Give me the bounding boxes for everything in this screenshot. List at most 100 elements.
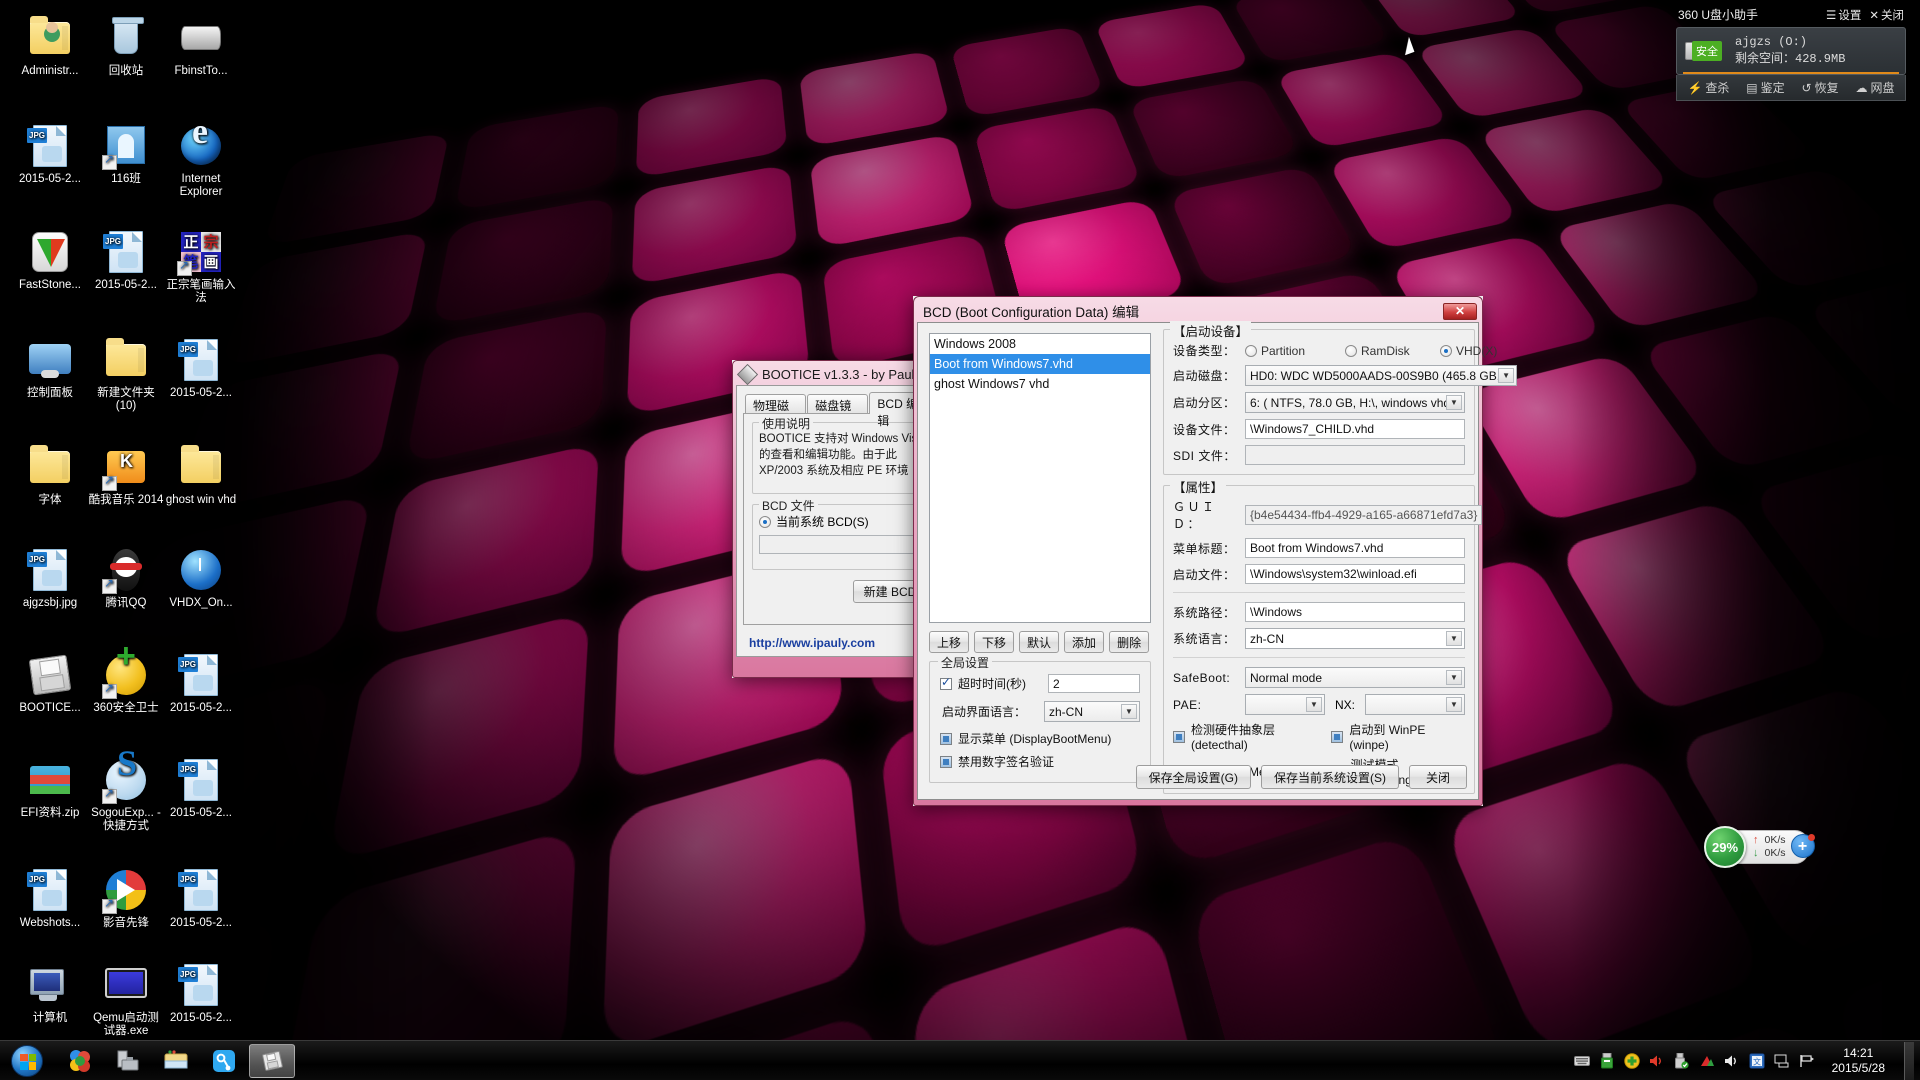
desktop-icon[interactable]: Administr...: [12, 14, 88, 78]
desktop-icon[interactable]: JPG Webshots...: [12, 866, 88, 930]
desktop-icon[interactable]: 腾讯QQ: [88, 546, 164, 610]
desktop-icon[interactable]: JPG 2015-05-2...: [163, 651, 239, 715]
save-current-system-button[interactable]: 保存当前系统设置(S): [1261, 765, 1399, 789]
disable-signature-row[interactable]: 禁用数字签名验证: [940, 753, 1140, 770]
winpe-checkbox[interactable]: [1331, 730, 1344, 743]
boot-file-input[interactable]: \Windows\system32\winload.efi: [1245, 564, 1465, 584]
show-desktop-button[interactable]: [1904, 1041, 1914, 1080]
add-entry-button[interactable]: 添加: [1064, 631, 1105, 653]
device-type-partition[interactable]: Partition: [1245, 344, 1345, 358]
desktop-icon[interactable]: ghost win vhd: [163, 443, 239, 507]
close-button[interactable]: ✕ 关闭: [1869, 7, 1904, 23]
desktop-icon[interactable]: 酷我音乐 2014: [88, 443, 164, 507]
kingsoft-icon[interactable]: [1699, 1053, 1715, 1069]
move-down-button[interactable]: 下移: [974, 631, 1015, 653]
delete-entry-button[interactable]: 删除: [1109, 631, 1150, 653]
tab-physical-disk[interactable]: 物理磁盘: [745, 394, 807, 430]
desktop-icon[interactable]: BOOTICE...: [12, 651, 88, 715]
desktop-icon[interactable]: JPG ajgzsbj.jpg: [12, 546, 88, 610]
timeout-checkbox[interactable]: [940, 675, 952, 690]
taskbar-item-explorer[interactable]: [153, 1044, 199, 1078]
device-file-input[interactable]: \Windows7_CHILD.vhd: [1245, 419, 1465, 439]
system-path-input[interactable]: \Windows: [1245, 602, 1465, 622]
timeout-input[interactable]: 2: [1048, 674, 1140, 693]
desktop-icon[interactable]: Internet Explorer: [163, 122, 239, 199]
360-shield-icon[interactable]: [1623, 1052, 1640, 1069]
desktop-icon[interactable]: Qemu启动测试器.exe: [88, 961, 164, 1038]
desktop-icon[interactable]: 回收站: [88, 14, 164, 78]
bcd-close-button[interactable]: ✕: [1443, 302, 1477, 320]
start-button[interactable]: [5, 1044, 49, 1078]
desktop-icon[interactable]: 影音先锋: [88, 866, 164, 930]
usb-safe-icon[interactable]: [1674, 1052, 1690, 1069]
boot-disk-combo[interactable]: HD0: WDC WD5000AADS-00S9B0 (465.8 GB, C …: [1245, 365, 1518, 386]
nx-combo[interactable]: ▼: [1365, 694, 1465, 715]
desktop-icon[interactable]: 控制面板: [12, 336, 88, 400]
list-item[interactable]: Boot from Windows7.vhd: [930, 354, 1150, 374]
network-speed-float[interactable]: 29% ↑ ↓ 0K/s 0K/s +: [1704, 826, 1815, 868]
current-system-bcd-radio-row[interactable]: 当前系统 BCD(S): [759, 513, 920, 530]
display-menu-checkbox[interactable]: [940, 732, 952, 745]
desktop-icon[interactable]: JPG 2015-05-2...: [12, 122, 88, 186]
move-up-button[interactable]: 上移: [929, 631, 970, 653]
notes-icon[interactable]: 文: [1749, 1053, 1765, 1069]
boot-partition-combo[interactable]: 6: ( NTFS, 78.0 GB, H:\, windows vhd) ▼: [1245, 392, 1465, 413]
device-type-vhd[interactable]: VHD(X): [1440, 344, 1497, 358]
boot-entry-list[interactable]: Windows 2008 Boot from Windows7.vhd ghos…: [929, 333, 1151, 623]
desktop-icon[interactable]: JPG 2015-05-2...: [88, 228, 164, 292]
bootice-homepage-link[interactable]: http://www.ipauly.com: [749, 636, 875, 650]
desktop-icon[interactable]: 360安全卫士: [88, 650, 164, 715]
desktop-icon[interactable]: VHDX_On...: [163, 546, 239, 610]
display-icon[interactable]: [1774, 1053, 1790, 1069]
expand-button[interactable]: +: [1790, 834, 1815, 858]
sdi-file-input[interactable]: [1245, 445, 1465, 465]
display-menu-row[interactable]: 显示菜单 (DisplayBootMenu): [940, 730, 1140, 747]
usb-icon[interactable]: [1599, 1052, 1615, 1069]
desktop-icon[interactable]: 字体: [12, 443, 88, 507]
desktop-icon[interactable]: 新建文件夹 (10): [88, 336, 164, 413]
taskbar-item-toolbox[interactable]: [105, 1044, 151, 1078]
close-dialog-button[interactable]: 关闭: [1409, 765, 1467, 789]
bcd-editor-dialog[interactable]: BCD (Boot Configuration Data) 编辑 ✕ Windo…: [913, 296, 1518, 806]
keyboard-icon[interactable]: [1573, 1053, 1590, 1069]
tab-disk-image[interactable]: 磁盘镜像: [807, 394, 869, 430]
detecthal-option[interactable]: 检测硬件抽象层(detecthal): [1173, 721, 1331, 752]
clock[interactable]: 14:21 2015/5/28: [1824, 1046, 1893, 1076]
volume-mute-icon[interactable]: [1649, 1053, 1665, 1069]
detecthal-checkbox[interactable]: [1173, 730, 1185, 743]
udisk-action-restore[interactable]: ↺ 恢复: [1802, 79, 1839, 96]
udisk-helper-widget[interactable]: 360 U盘小助手 ☰ 设置 ✕ 关闭 安全 ajgzs (O:) 剩余空间：428…: [1676, 4, 1906, 101]
desktop-icon[interactable]: 计算机: [12, 961, 88, 1025]
cpu-usage-circle[interactable]: 29%: [1704, 826, 1746, 868]
udisk-action-identify[interactable]: ▤ 鉴定: [1746, 79, 1784, 96]
guid-input[interactable]: {b4e54434-ffb4-4929-a165-a66871efd7a3}: [1245, 505, 1483, 525]
udisk-action-scan[interactable]: ⚡ 查杀: [1687, 79, 1729, 96]
desktop-icon[interactable]: FbinstTo...: [163, 14, 239, 78]
speaker-icon[interactable]: [1724, 1053, 1740, 1069]
desktop-icon[interactable]: FastStone...: [12, 228, 88, 292]
udisk-action-cloud[interactable]: ☁ 网盘: [1856, 79, 1895, 96]
desktop-icon[interactable]: 正宗笔画正宗笔画输入法: [163, 228, 239, 305]
desktop-icon[interactable]: JPG 2015-05-2...: [163, 336, 239, 400]
save-global-settings-button[interactable]: 保存全局设置(G): [1135, 765, 1251, 789]
device-type-ramdisk[interactable]: RamDisk: [1345, 344, 1440, 358]
menu-title-input[interactable]: Boot from Windows7.vhd: [1245, 538, 1465, 558]
desktop-icon[interactable]: JPG 2015-05-2...: [163, 961, 239, 1025]
desktop-icon[interactable]: SogouExp... - 快捷方式: [88, 756, 164, 833]
desktop-icon[interactable]: 116班: [88, 122, 164, 186]
boot-language-combo[interactable]: zh-CN ▼: [1044, 701, 1140, 722]
desktop-icon[interactable]: EFI资料.zip: [12, 756, 88, 820]
set-default-button[interactable]: 默认: [1019, 631, 1060, 653]
settings-button[interactable]: ☰ 设置: [1826, 7, 1861, 23]
disable-signature-checkbox[interactable]: [940, 755, 952, 768]
taskbar-item-browser[interactable]: [57, 1044, 103, 1078]
taskbar-item-bootice[interactable]: [249, 1043, 295, 1078]
desktop-icon[interactable]: JPG 2015-05-2...: [163, 866, 239, 930]
bcd-path-input[interactable]: [759, 535, 920, 554]
desktop-icon[interactable]: JPG 2015-05-2...: [163, 756, 239, 820]
pae-combo[interactable]: ▼: [1245, 694, 1325, 715]
flag-icon[interactable]: [1799, 1053, 1815, 1069]
safeboot-combo[interactable]: Normal mode ▼: [1245, 667, 1465, 688]
taskbar-item-cloud[interactable]: [201, 1044, 247, 1078]
list-item[interactable]: ghost Windows7 vhd: [930, 374, 1150, 394]
